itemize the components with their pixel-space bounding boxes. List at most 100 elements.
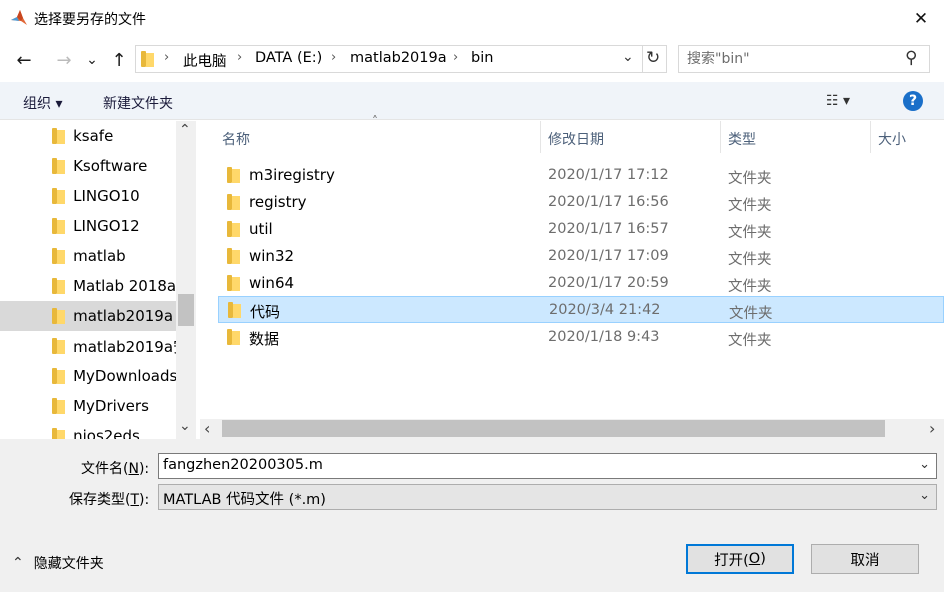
file-date: 2020/1/17 16:56 (548, 194, 669, 210)
file-name: win32 (249, 247, 295, 265)
sidebar-item-label: MyDownloads (73, 367, 176, 385)
folder-icon (227, 167, 241, 183)
breadcrumb-matlab2019a[interactable]: matlab2019a (350, 50, 447, 66)
sidebar-item-matlab2019a[interactable]: matlab2019a (0, 301, 176, 331)
scroll-up-icon[interactable]: ⌃ (179, 122, 191, 138)
folder-icon (52, 428, 66, 439)
sidebar-item-matlab-2018a[interactable]: Matlab 2018a (0, 271, 176, 301)
file-row-selected[interactable]: 代码 2020/3/4 21:42 文件夹 (218, 296, 944, 323)
filetype-accelerator: T (130, 492, 140, 508)
file-row[interactable]: registry 2020/1/17 16:56 文件夹 (218, 189, 944, 216)
sidebar-scroll-thumb[interactable] (178, 294, 194, 326)
folder-icon (227, 221, 241, 237)
breadcrumb-this-pc[interactable]: 此电脑 (183, 50, 227, 71)
scroll-down-icon[interactable]: ⌄ (179, 418, 191, 434)
column-header-size[interactable]: 大小 (878, 129, 906, 149)
sidebar-item-lingo12[interactable]: LINGO12 (0, 211, 176, 241)
search-box[interactable]: ⚲ (678, 45, 930, 73)
breadcrumb-separator[interactable]: › (237, 50, 242, 65)
filetype-value: MATLAB 代码文件 (*.m) (163, 492, 326, 508)
folder-icon (141, 51, 155, 67)
sidebar-item-label: Ksoftware (73, 157, 148, 175)
filename-combo[interactable]: fangzhen20200305.m ⌄ (158, 453, 937, 479)
help-icon[interactable]: ? (903, 91, 923, 111)
column-header-type[interactable]: 类型 (728, 129, 756, 149)
divider (642, 45, 643, 73)
sidebar-item-label: LINGO10 (73, 187, 140, 205)
up-button[interactable]: ↑ (107, 48, 131, 72)
file-date: 2020/1/17 17:12 (548, 167, 669, 183)
sidebar-item-ksoftware[interactable]: Ksoftware (0, 151, 176, 181)
view-options-button[interactable]: ☷ ▾ (826, 93, 850, 109)
file-date: 2020/1/17 16:57 (548, 221, 669, 237)
sidebar-item-mydrivers[interactable]: MyDrivers (0, 391, 176, 421)
sidebar-scrollbar[interactable] (176, 121, 196, 439)
hide-folders-toggle[interactable]: ⌃ 隐藏文件夹 (12, 553, 104, 573)
sidebar-item-label: nios2eds (73, 427, 140, 439)
file-type: 文件夹 (728, 171, 772, 187)
file-type: 文件夹 (728, 198, 772, 214)
file-name: win64 (249, 274, 295, 292)
column-header-date[interactable]: 修改日期 (548, 129, 604, 149)
chevron-down-icon[interactable]: ⌄ (919, 488, 930, 503)
folder-icon (52, 218, 66, 234)
file-row[interactable]: m3iregistry 2020/1/17 17:12 文件夹 (218, 162, 944, 189)
folder-icon (52, 188, 66, 204)
folder-icon (227, 248, 241, 264)
column-header-name[interactable]: 名称 (222, 129, 250, 149)
file-name: util (249, 220, 273, 238)
forward-button[interactable]: → (52, 48, 76, 72)
filename-label: 文件名(N): (81, 458, 149, 478)
cancel-button[interactable]: 取消 (811, 544, 919, 574)
breadcrumb-separator[interactable]: › (453, 50, 458, 65)
open-button[interactable]: 打开(O) (686, 544, 794, 574)
sidebar-item-matlab[interactable]: matlab (0, 241, 176, 271)
file-date: 2020/1/17 17:09 (548, 248, 669, 264)
file-row[interactable]: win32 2020/1/17 17:09 文件夹 (218, 243, 944, 270)
hide-folders-label: 隐藏文件夹 (33, 556, 104, 572)
recent-locations-button[interactable]: ⌄ (82, 48, 102, 72)
file-name: 代码 (250, 303, 281, 321)
sidebar-item-mydownloads[interactable]: MyDownloads (0, 361, 176, 391)
breadcrumb-data-drive[interactable]: DATA (E:) (255, 50, 322, 66)
sidebar-item-lingo10[interactable]: LINGO10 (0, 181, 176, 211)
breadcrumb-bin[interactable]: bin (471, 50, 493, 66)
search-icon[interactable]: ⚲ (905, 48, 917, 68)
horizontal-scroll-thumb[interactable] (222, 420, 885, 437)
file-type: 文件夹 (728, 252, 772, 268)
folder-icon (52, 308, 66, 324)
folder-icon (227, 329, 241, 345)
file-row[interactable]: util 2020/1/17 16:57 文件夹 (218, 216, 944, 243)
back-arrow-icon: ← (16, 49, 32, 71)
filetype-label-end: ): (139, 492, 150, 508)
sidebar-item-nios2eds[interactable]: nios2eds (0, 421, 176, 439)
sidebar-item-matlab2019a-install[interactable]: matlab2019a安 (0, 331, 176, 361)
folder-icon (52, 158, 66, 174)
sidebar-item-ksafe[interactable]: ksafe (0, 121, 176, 151)
column-divider[interactable] (870, 121, 871, 153)
file-row[interactable]: win64 2020/1/17 20:59 文件夹 (218, 270, 944, 297)
scroll-left-icon[interactable]: ‹ (204, 419, 210, 438)
organize-menu-button[interactable]: 组织 ▾ (23, 93, 62, 113)
column-divider[interactable] (540, 121, 541, 153)
file-row[interactable]: 数据 2020/1/18 9:43 文件夹 (218, 324, 944, 351)
file-name: m3iregistry (249, 166, 335, 184)
folder-icon (228, 302, 242, 318)
back-button[interactable]: ← (12, 48, 36, 72)
refresh-icon[interactable]: ↻ (646, 48, 660, 68)
breadcrumb-separator[interactable]: › (164, 50, 169, 65)
address-dropdown-icon[interactable]: ⌄ (622, 49, 634, 65)
breadcrumb-separator[interactable]: › (331, 50, 336, 65)
scroll-right-icon[interactable]: › (929, 419, 935, 438)
folder-icon (52, 368, 66, 384)
search-input[interactable] (687, 50, 897, 68)
filename-input[interactable]: fangzhen20200305.m (163, 457, 323, 473)
filetype-select[interactable]: MATLAB 代码文件 (*.m) ⌄ (158, 484, 937, 510)
chevron-down-icon[interactable]: ⌄ (919, 457, 930, 472)
file-type: 文件夹 (728, 333, 772, 349)
new-folder-button[interactable]: 新建文件夹 (103, 93, 173, 113)
column-divider[interactable] (720, 121, 721, 153)
help-icon-glyph: ? (908, 93, 918, 109)
window-title: 选择要另存的文件 (34, 12, 146, 28)
close-button[interactable]: ✕ (898, 0, 944, 38)
